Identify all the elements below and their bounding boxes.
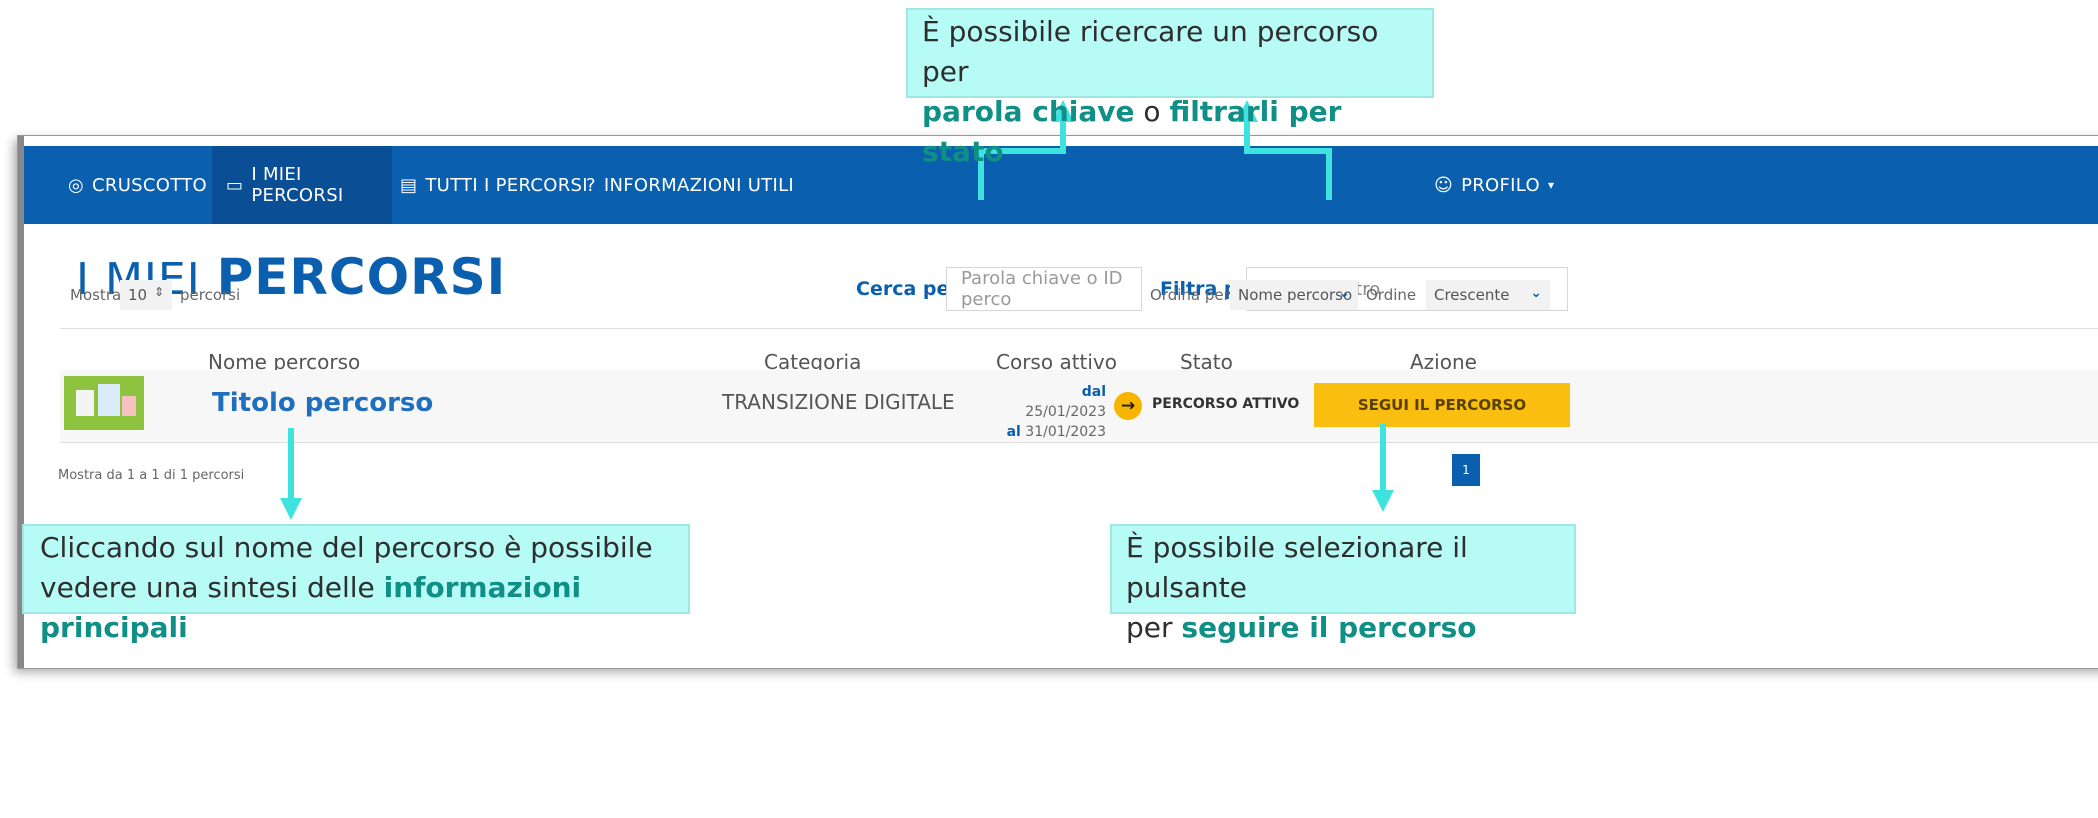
- nav-label: INFORMAZIONI UTILI: [603, 174, 795, 196]
- nav-item-cruscotto[interactable]: ◎ CRUSCOTTO: [68, 146, 218, 224]
- order-by-label: Ordina per: [1150, 286, 1230, 304]
- callout-highlight: seguire il percorso: [1181, 611, 1477, 644]
- show-prefix: Mostra: [70, 286, 122, 304]
- stepper-icon: ⇕: [153, 285, 164, 299]
- nav-label: I MIEI PERCORSI: [251, 164, 344, 206]
- page-size-select[interactable]: 10 ⇕: [120, 280, 172, 310]
- callout-text: È possibile selezionare il pulsante: [1126, 531, 1468, 604]
- nav-label: CRUSCOTTO: [92, 174, 207, 196]
- show-suffix: percorsi: [180, 286, 241, 304]
- callout-text: per: [1126, 611, 1182, 644]
- list-icon: ▤: [400, 174, 418, 196]
- callout-course-name: Cliccando sul nome del percorso è possib…: [22, 524, 690, 644]
- connector: [288, 428, 294, 504]
- arrow-down-icon: [1372, 490, 1394, 512]
- nav-item-informazioni-utili[interactable]: ? INFORMAZIONI UTILI: [586, 146, 794, 224]
- search-input[interactable]: Parola chiave o ID perco: [946, 267, 1142, 311]
- pagination-page-button[interactable]: 1: [1452, 454, 1480, 486]
- help-icon: ?: [586, 174, 596, 196]
- callout-highlight: parola chiave: [922, 95, 1135, 128]
- course-thumbnail: [64, 376, 144, 430]
- callout-search: È possibile ricercare un percorso per pa…: [906, 8, 1434, 168]
- chevron-down-icon: ⌄: [1530, 285, 1542, 301]
- follow-course-label: SEGUI IL PERCORSO: [1357, 396, 1527, 414]
- order-select[interactable]: Crescente ⌄: [1426, 280, 1550, 310]
- connector: [1380, 424, 1386, 498]
- results-summary: Mostra da 1 a 1 di 1 percorsi: [58, 468, 245, 483]
- from-label: dal: [1081, 384, 1106, 400]
- arrow-right-icon: →: [1114, 392, 1142, 420]
- order-by-value: Nome percorso: [1238, 286, 1353, 304]
- order-by-select[interactable]: Nome percorso ⌄: [1230, 280, 1358, 310]
- arrow-down-icon: [280, 498, 302, 520]
- target-icon: ◎: [68, 174, 85, 196]
- user-icon: ☺: [1434, 174, 1454, 196]
- callout-text: Cliccando sul nome del percorso è possib…: [40, 531, 653, 564]
- page-title-bold: PERCORSI: [216, 248, 507, 306]
- course-dates: dal 25/01/2023 al 31/01/2023: [1000, 382, 1106, 442]
- to-label: al: [1006, 424, 1021, 440]
- callout-text: o: [1134, 95, 1170, 128]
- monitor-icon: ▭: [226, 174, 244, 196]
- callout-text: vedere una sintesi delle: [40, 571, 384, 604]
- page-size-value: 10: [128, 286, 148, 304]
- divider: [60, 442, 2098, 443]
- status-label: PERCORSO ATTIVO: [1152, 396, 1300, 412]
- profile-label: PROFILO: [1461, 174, 1540, 196]
- page-number: 1: [1462, 463, 1470, 477]
- nav-label: TUTTI I PERCORSI: [425, 174, 588, 196]
- to-date: 31/01/2023: [1025, 424, 1106, 440]
- search-placeholder: Parola chiave o ID perco: [961, 268, 1123, 310]
- chevron-down-icon: ⌄: [1338, 285, 1350, 301]
- nav-item-tutti-i-percorsi[interactable]: ▤ TUTTI I PERCORSI: [400, 146, 588, 224]
- nav-item-i-miei-percorsi[interactable]: ▭ I MIEI PERCORSI: [212, 146, 392, 224]
- course-category: TRANSIZIONE DIGITALE: [722, 390, 955, 414]
- callout-text: È possibile ricercare un percorso per: [922, 15, 1379, 88]
- follow-course-button[interactable]: SEGUI IL PERCORSO: [1314, 383, 1570, 427]
- from-date: 25/01/2023: [1025, 404, 1106, 420]
- caret-down-icon: ▾: [1547, 178, 1555, 192]
- order-value: Crescente: [1434, 286, 1510, 304]
- course-title-link[interactable]: Titolo percorso: [212, 388, 433, 418]
- divider: [60, 328, 2098, 329]
- order-label: Ordine: [1366, 286, 1417, 304]
- callout-follow-button: È possibile selezionare il pulsante per …: [1110, 524, 1576, 644]
- profile-menu[interactable]: ☺ PROFILO ▾: [1434, 146, 1554, 224]
